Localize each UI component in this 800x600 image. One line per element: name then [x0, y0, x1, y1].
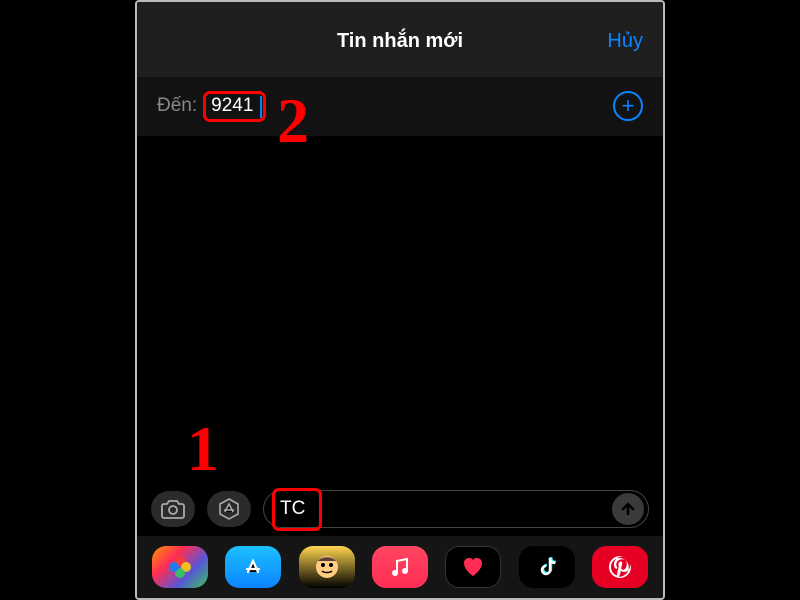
pinterest-icon — [608, 555, 632, 579]
header: Tin nhắn mới Hủy — [137, 2, 663, 77]
app-pinterest[interactable] — [592, 546, 648, 588]
photos-icon — [166, 553, 194, 581]
page-title: Tin nhắn mới — [337, 30, 463, 53]
cancel-button[interactable]: Hủy — [607, 30, 643, 53]
app-fitness[interactable] — [445, 546, 501, 588]
appstore-icon — [217, 497, 241, 521]
app-photos[interactable] — [152, 546, 208, 588]
app-memoji[interactable] — [299, 546, 355, 588]
music-icon — [389, 556, 411, 578]
messages-new-message-screen: Tin nhắn mới Hủy Đến: 9241 + 2 1 — [135, 0, 665, 600]
send-button[interactable] — [612, 493, 644, 525]
camera-icon — [161, 499, 185, 519]
app-appstore[interactable] — [225, 546, 281, 588]
add-recipient-button[interactable]: + — [613, 91, 643, 121]
compose-row: TC — [137, 480, 663, 538]
annotation-step-1: 1 — [187, 412, 219, 486]
plus-icon: + — [622, 95, 635, 117]
to-label: Đến: — [157, 95, 197, 117]
message-input[interactable]: TC — [263, 490, 649, 528]
message-input-value: TC — [280, 498, 612, 520]
recipient-input[interactable]: 9241 — [207, 93, 257, 118]
app-strip — [137, 536, 663, 598]
text-cursor — [260, 96, 262, 118]
camera-button[interactable] — [151, 491, 195, 527]
recipient-row[interactable]: Đến: 9241 + — [137, 77, 663, 136]
arrow-up-icon — [620, 501, 636, 517]
app-tiktok[interactable] — [519, 546, 575, 588]
appstore-a-icon — [241, 555, 265, 579]
app-music[interactable] — [372, 546, 428, 588]
heart-icon — [460, 555, 486, 579]
app-drawer-button[interactable] — [207, 491, 251, 527]
memoji-icon — [312, 552, 342, 582]
tiktok-icon — [536, 555, 558, 579]
